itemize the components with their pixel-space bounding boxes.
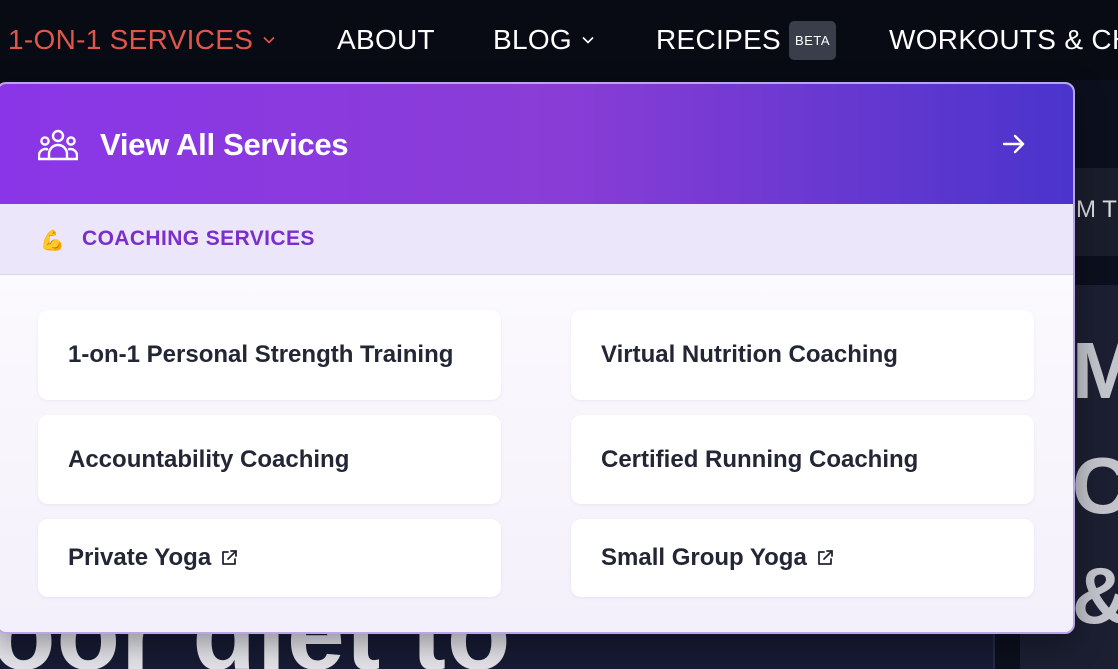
- arrow-right-icon: [1002, 134, 1025, 154]
- nav-item-workouts[interactable]: WORKOUTS & CH: [889, 0, 1118, 80]
- hero-side-letter: &: [1072, 550, 1118, 642]
- nav-item-label: 1-ON-1 SERVICES: [8, 24, 254, 55]
- top-nav: 1-ON-1 SERVICES ABOUT BLOG RECIPES BETA …: [0, 0, 1118, 80]
- chevron-down-icon: [582, 36, 594, 44]
- service-link-certified-running-coaching[interactable]: Certified Running Coaching: [571, 415, 1034, 504]
- section-label: COACHING SERVICES: [82, 227, 315, 250]
- service-link-virtual-nutrition-coaching[interactable]: Virtual Nutrition Coaching: [571, 310, 1034, 400]
- nav-item-label: RECIPES: [656, 24, 782, 55]
- coaching-services-section-header: 💪 COACHING SERVICES: [0, 204, 1073, 275]
- view-all-services-title: View All Services: [100, 127, 349, 162]
- nav-item-blog[interactable]: BLOG: [493, 0, 594, 80]
- external-link-icon: [817, 550, 833, 565]
- services-dropdown: View All Services 💪 COACHING SERVICES 1-…: [0, 82, 1075, 634]
- external-link-icon: [222, 550, 238, 565]
- flexed-biceps-icon: 💪: [40, 230, 65, 252]
- service-link-label: Virtual Nutrition Coaching: [601, 341, 898, 368]
- nav-item-label: BLOG: [493, 24, 573, 55]
- nav-item-recipes[interactable]: RECIPES BETA: [656, 0, 837, 80]
- service-link-small-group-yoga[interactable]: Small Group Yoga: [571, 519, 1034, 597]
- service-link-personal-strength-training[interactable]: 1-on-1 Personal Strength Training: [38, 310, 501, 400]
- hero-side-letter: M: [1072, 326, 1118, 415]
- service-link-label: Small Group Yoga: [601, 544, 807, 571]
- chevron-down-icon: [263, 36, 275, 44]
- users-group-icon: [38, 129, 78, 161]
- secondary-nav-text: M T: [1076, 196, 1117, 223]
- hero-side-letter: C: [1072, 441, 1118, 530]
- nav-item-label: WORKOUTS & CH: [889, 24, 1118, 55]
- view-all-services-link[interactable]: View All Services: [0, 84, 1073, 204]
- service-link-label: Accountability Coaching: [68, 445, 350, 473]
- nav-item-services[interactable]: 1-ON-1 SERVICES: [8, 0, 275, 80]
- service-link-accountability-coaching[interactable]: Accountability Coaching: [38, 415, 501, 504]
- service-link-label: 1-on-1 Personal Strength Training: [68, 341, 454, 368]
- beta-badge: BETA: [789, 20, 837, 60]
- nav-item-about[interactable]: ABOUT: [337, 0, 435, 80]
- service-link-private-yoga[interactable]: Private Yoga: [38, 519, 501, 597]
- service-link-label: Private Yoga: [68, 544, 212, 571]
- service-link-label: Certified Running Coaching: [601, 445, 919, 473]
- nav-item-label: ABOUT: [337, 24, 435, 55]
